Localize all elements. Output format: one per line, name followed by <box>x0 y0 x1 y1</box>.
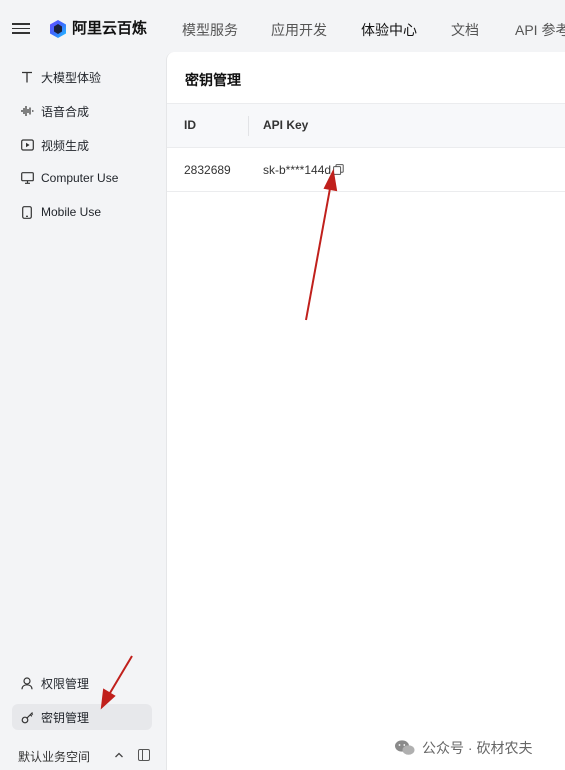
sidebar-item-video-generation[interactable]: 视频生成 <box>12 132 152 158</box>
waveform-icon <box>20 104 34 118</box>
sidebar-item-label: Computer Use <box>41 171 119 185</box>
top-bar: 阿里云百炼 模型服务 应用开发 体验中心 文档 API 参考 <box>0 0 565 58</box>
chevron-up-icon[interactable] <box>113 748 125 762</box>
sidebar-item-key-management[interactable]: 密钥管理 <box>12 704 152 730</box>
column-header-id: ID <box>184 118 196 132</box>
page-title: 密钥管理 <box>185 72 241 88</box>
sidebar-item-label: 语音合成 <box>41 104 90 119</box>
bailian-logo-icon <box>50 20 66 38</box>
sidebar-item-speech-synthesis[interactable]: 语音合成 <box>12 98 152 124</box>
sidebar-item-label: Mobile Use <box>41 205 102 219</box>
sidebar-item-permissions[interactable]: 权限管理 <box>12 670 152 696</box>
column-divider <box>248 116 249 136</box>
column-header-api-key: API Key <box>263 118 309 132</box>
wechat-icon <box>395 740 415 755</box>
watermark-text: 公众号 · 砍材农夫 <box>422 740 533 756</box>
table-row: 2832689 sk-b****144d <box>167 148 565 192</box>
nav-app-dev[interactable]: 应用开发 <box>271 20 327 40</box>
sidebar-item-computer-use[interactable]: Computer Use <box>12 165 152 191</box>
key-icon <box>20 710 34 724</box>
nav-model-service[interactable]: 模型服务 <box>182 20 238 40</box>
nav-api-reference[interactable]: API 参考 <box>515 20 565 40</box>
sidebar: 大模型体验 语音合成 视频生成 Computer Use Mobile Use … <box>0 58 166 770</box>
menu-icon[interactable] <box>12 20 30 38</box>
sidebar-item-mobile-use[interactable]: Mobile Use <box>12 199 152 225</box>
text-t-icon <box>20 70 34 84</box>
user-icon <box>20 676 34 690</box>
phone-icon <box>20 205 34 219</box>
key-id: 2832689 <box>184 163 231 177</box>
sidebar-item-label: 权限管理 <box>41 676 90 691</box>
api-key-value: sk-b****144d <box>263 163 332 177</box>
video-icon <box>20 138 34 152</box>
workspace-name[interactable]: 默认业务空间 <box>18 748 90 765</box>
sidebar-item-label: 密钥管理 <box>41 710 90 725</box>
table-header: ID API Key <box>167 104 565 148</box>
sidebar-item-llm-experience[interactable]: 大模型体验 <box>12 64 152 90</box>
copy-icon[interactable] <box>333 164 344 175</box>
main-panel: 密钥管理 ID API Key 2832689 sk-b****144d <box>166 52 565 770</box>
monitor-icon <box>20 171 34 185</box>
nav-docs[interactable]: 文档 <box>451 20 479 40</box>
watermark: 公众号 · 砍材农夫 <box>394 738 532 758</box>
nav-experience-center[interactable]: 体验中心 <box>361 20 417 40</box>
sidebar-collapse-icon[interactable] <box>138 749 150 761</box>
brand-name[interactable]: 阿里云百炼 <box>72 19 147 39</box>
sidebar-item-label: 视频生成 <box>41 138 90 153</box>
sidebar-item-label: 大模型体验 <box>41 70 102 85</box>
